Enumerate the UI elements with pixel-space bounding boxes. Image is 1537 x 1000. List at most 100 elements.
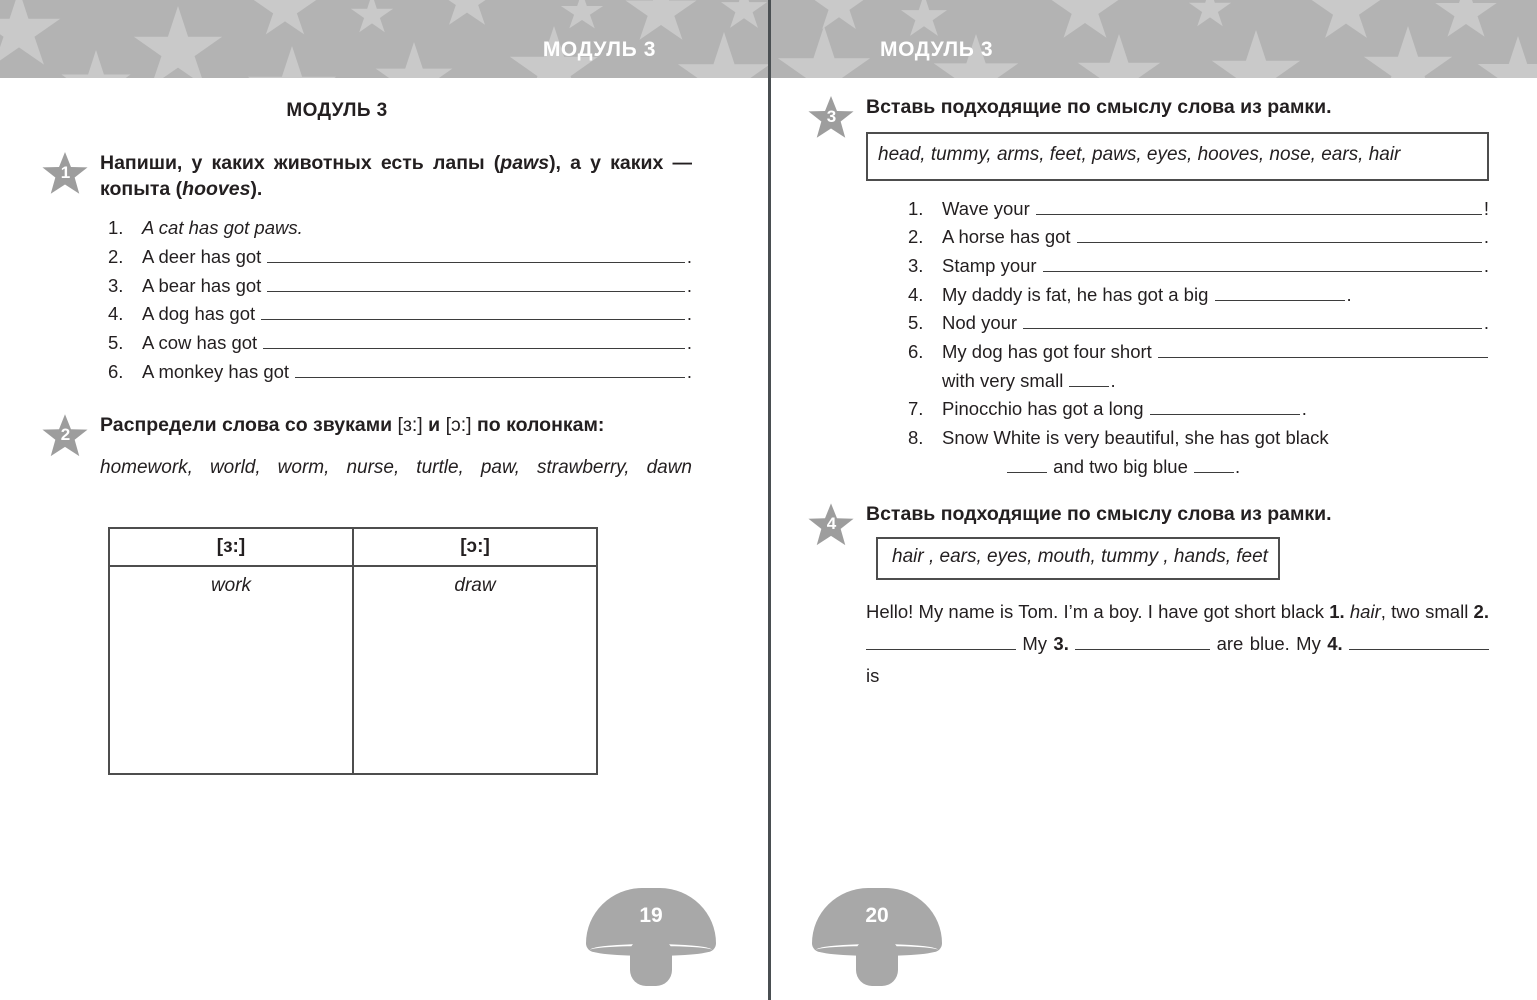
item-text: A monkey has got [142,360,295,382]
mushroom-stem-icon [630,940,672,986]
page-number-value: 20 [865,904,889,927]
exercise-4-paragraph: Hello! My name is Tom. I’m a boy. I have… [866,596,1490,691]
band-star-icon [253,0,317,35]
band-star-icon [0,0,61,65]
mushroom-stem-icon [856,940,898,986]
item-number: 2. [108,245,124,267]
page-title: МОДУЛЬ 3 [286,100,388,121]
exercise-2-prompt: Распредели слова со звуками [ɜ:] и [ɔ:] … [100,412,692,438]
para-text-5: is [866,664,880,686]
item-tail: . [1235,455,1241,477]
item-number: 2. [908,226,924,248]
band-star-icon [1188,0,1232,27]
band-star-icon [900,0,948,36]
page-number-value: 19 [639,904,663,927]
item-text: Pinocchio has got a long [942,398,1149,420]
band-star-icon [560,0,604,29]
item-tail: . [686,303,692,325]
item-text: Nod your [942,312,1023,334]
exercise-3-items: 1. Wave your ! 2. A horse has got . 3. S… [866,195,1489,482]
exercise-number-3: 3 [826,107,837,126]
exercise-1-prompt: Напиши, у каких животных есть лапы (paws… [100,150,692,202]
band-star-icon [1477,36,1537,78]
item-text: Snow White is very beautiful, she has go… [942,427,1329,448]
prompt-text-b: и [422,414,446,437]
item-tail: . [1483,226,1489,248]
exercise-3-prompt: Вставь подходящие по смыслу слова из рам… [866,96,1332,118]
band-star-icon [437,0,497,25]
table-header-row: [ɜ:] [ɔ:] [108,527,598,568]
item-tail: . [686,331,692,353]
item-text: My daddy is fat, he has got a big [942,283,1214,305]
item-text: A cow has got [142,331,263,353]
table-cell-or[interactable]: draw [352,565,598,776]
exercise-4-word-box: hair , ears, eyes, mouth, tummy , hands,… [876,537,1280,580]
list-item: 7. Pinocchio has got a long . [908,395,1489,424]
para-blank-label-1: 1. [1329,600,1345,622]
answer-blank[interactable] [261,304,685,321]
band-star-icon [811,0,867,29]
item-number: 6. [108,360,124,382]
answer-blank[interactable] [1076,227,1482,244]
band-star-icon [1211,30,1301,78]
prompt-text-c: по колонкам: [471,414,605,437]
answer-blank[interactable] [1069,371,1110,387]
right-header-band: МОДУЛЬ 3 [770,0,1537,78]
answer-blank[interactable] [1035,199,1482,215]
item-tail: . [1483,254,1489,276]
list-item: 6. A monkey has got . [108,358,692,387]
exercise-number-1: 1 [60,163,71,182]
band-star-icon [61,50,131,78]
right-content: 3 Вставь подходящие по смыслу слова из р… [770,78,1537,1000]
answer-blank[interactable] [295,362,685,378]
item-number: 5. [108,331,124,353]
list-item: 4. My daddy is fat, he has got a big . [908,281,1489,310]
list-item: 3. A bear has got . [108,272,692,301]
exercise-1: 1 Напиши, у каких животных есть лапы (pa… [0,150,770,386]
answer-blank[interactable] [1149,399,1300,416]
band-star-icon [720,0,768,28]
list-item: 5. Nod your . [908,309,1489,338]
list-item: 6. My dog has got four short [908,338,1489,367]
exercise-4-prompt: Вставь подходящие по смыслу слова из рам… [866,503,1332,526]
para-blank-label-2: 2. [1473,600,1489,622]
item-text: Stamp your [942,254,1042,276]
table-cell-er[interactable]: work [108,565,354,776]
list-item: 2. A horse has got . [908,223,1489,252]
answer-blank[interactable] [1194,457,1235,473]
answer-blank[interactable] [267,276,685,292]
para-filled-answer-1: hair [1349,600,1381,622]
list-item-continuation: and two big blue . [908,453,1489,482]
answer-blank[interactable] [866,635,1016,650]
sorting-table: [ɜ:] [ɔ:] work draw [108,527,598,776]
item-text: A dog has got [142,303,261,325]
answer-blank[interactable] [267,247,685,263]
exercise-number-2: 2 [60,425,71,445]
exercise-number-badge-1: 1 [42,152,88,194]
item-tail: . [1483,312,1489,334]
list-item: 8. Snow White is very beautiful, she has… [908,424,1489,453]
running-header-left: МОДУЛЬ 3 [542,38,656,61]
answer-blank[interactable] [1214,285,1345,301]
item-tail: . [686,245,692,267]
item-tail: . [1301,398,1307,420]
answer-blank[interactable] [1075,635,1211,650]
item-number: 1. [108,217,124,239]
answer-blank[interactable] [1349,635,1490,650]
answer-blank[interactable] [1042,256,1482,272]
exercise-number-badge-2: 2 [42,414,88,457]
band-star-icon [677,32,770,78]
exercise-2-word-list: homework, world, worm, nurse, turtle, pa… [100,457,692,479]
ipa-symbol-or: [ɔ:] [445,414,472,437]
item-number: 3. [108,274,124,296]
answer-blank[interactable] [1157,342,1488,358]
prompt-term-hooves: hooves [182,178,251,201]
item-number: 1. [908,197,924,219]
answer-blank[interactable] [1023,313,1482,330]
answer-blank[interactable] [1007,457,1047,473]
exercise-number-4: 4 [826,514,837,534]
page-number-right: 20 [812,888,942,986]
answer-blank[interactable] [263,333,685,349]
left-page: МОДУЛЬ 3 МОДУЛЬ 3 1 Напиши, у каких живо… [0,0,770,1000]
ipa-symbol-er: [ɜ:] [397,414,423,437]
